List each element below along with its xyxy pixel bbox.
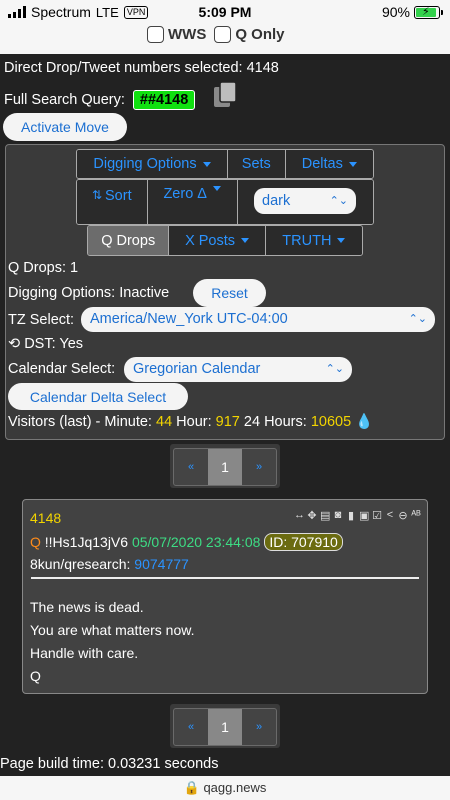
selected-count: Direct Drop/Tweet numbers selected: 4148 — [4, 60, 279, 76]
drop-author: Q — [30, 534, 41, 550]
pagination-bottom: « 1 » — [173, 708, 277, 746]
calendar-delta-button[interactable]: Calendar Delta Select — [8, 383, 188, 410]
next-page-button[interactable]: » — [242, 709, 276, 745]
theme-select[interactable]: dark ⌃⌄ — [254, 188, 356, 214]
tab-truth[interactable]: TRUTH — [265, 226, 362, 255]
status-bar: Spectrum LTE VPN 5:09 PM 90% ⚡ — [0, 0, 450, 26]
prev-page-button[interactable]: « — [174, 709, 208, 745]
select-arrows-icon: ⌃⌄ — [329, 195, 348, 207]
sort-icon: ⇅ — [91, 188, 102, 202]
search-query-row: Full Search Query: ##4148 — [4, 90, 196, 110]
charging-icon: ⚡ — [422, 5, 430, 18]
drop-text-line: Handle with care. — [30, 645, 139, 661]
drop-id-badge[interactable]: ID: 707910 — [264, 533, 343, 551]
q-only-label: Q Only — [235, 26, 285, 43]
drop-datetime: 05/07/2020 23:44:08 — [131, 534, 261, 550]
chevron-down-icon — [337, 238, 346, 243]
reset-button[interactable]: Reset — [193, 279, 266, 307]
share-icon[interactable]: < — [385, 509, 395, 522]
deltas-dropdown[interactable]: Deltas — [285, 150, 373, 178]
battery-percent: 90% — [381, 4, 410, 20]
current-page[interactable]: 1 — [208, 709, 242, 745]
url-bar[interactable]: 🔒 qagg.news — [0, 776, 450, 800]
translate-icon[interactable]: ᴬᴮ — [411, 509, 421, 522]
next-page-button[interactable]: » — [242, 449, 276, 485]
clipboard-check-icon[interactable]: ▣ — [359, 509, 369, 522]
sort-button[interactable]: ⇅ Sort — [77, 180, 148, 224]
clipboard-icon[interactable]: ▮ — [346, 509, 356, 522]
pagination-top: « 1 » — [173, 448, 277, 486]
dst-row: ⟲ DST: Yes — [8, 336, 84, 352]
sets-button[interactable]: Sets — [227, 150, 286, 178]
battery-icon: ⚡ — [414, 5, 443, 19]
drop-number: 4148 — [30, 510, 62, 526]
document-icon[interactable]: ▤ — [320, 509, 330, 522]
toolbar-row-1: Digging Options Sets Deltas — [76, 149, 374, 179]
calendar-select[interactable]: Gregorian Calendar ⌃⌄ — [124, 357, 352, 382]
undo-icon: ⟲ — [8, 336, 25, 352]
current-page[interactable]: 1 — [208, 449, 242, 485]
activate-move-button[interactable]: Activate Move — [3, 113, 127, 141]
prev-page-button[interactable]: « — [174, 449, 208, 485]
calendar-label: Calendar Select: — [8, 361, 116, 377]
drop-source: 8kun/qresearch: 9074777 — [30, 556, 189, 572]
tab-q-drops[interactable]: Q Drops — [88, 226, 170, 255]
drop-tripcode: !!Hs1Jq13jV6 — [44, 534, 129, 550]
drop-actions: ↔ ✥ ▤ ◙ ▮ ▣ ☑ < ⊖ ᴬᴮ — [294, 509, 421, 522]
vr-icon[interactable]: ◙ — [333, 509, 343, 522]
drop-board: 8kun/qresearch: — [30, 556, 131, 572]
filter-checkboxes: WWS Q Only — [147, 26, 285, 43]
drop-text-line: Q — [30, 668, 41, 684]
source-tabs: Q Drops X Posts TRUTH — [87, 225, 363, 256]
filter-strip: WWS Q Only — [0, 26, 450, 54]
query-label: Full Search Query: — [4, 92, 125, 108]
drop-card: 4148 ↔ ✥ ▤ ◙ ▮ ▣ ☑ < ⊖ ᴬᴮ Q !!Hs1Jq13jV6… — [22, 499, 428, 694]
select-arrows-icon: ⌃⌄ — [325, 363, 344, 375]
wws-checkbox[interactable] — [147, 26, 164, 43]
chevron-down-icon — [241, 238, 250, 243]
q-drops-count: Q Drops: 1 — [8, 260, 79, 276]
digging-status: Digging Options: Inactive — [8, 285, 170, 301]
drop-header: Q !!Hs1Jq13jV6 05/07/2020 23:44:08 ID: 7… — [30, 533, 343, 551]
wws-label: WWS — [168, 26, 207, 43]
drop-text-line: The news is dead. — [30, 599, 144, 615]
drop-text-line: You are what matters now. — [30, 622, 195, 638]
drop-post-link[interactable]: 9074777 — [134, 556, 189, 572]
visitors-row: Visitors (last) - Minute: 44 Hour: 917 2… — [8, 414, 374, 430]
tz-label: TZ Select: — [8, 312, 75, 328]
visitors-hour: 917 — [215, 414, 240, 430]
check-square-icon[interactable]: ☑ — [372, 509, 382, 522]
chevron-down-icon — [202, 161, 211, 167]
arrows-horizontal-icon[interactable]: ↔ — [294, 509, 305, 522]
chevron-down-icon — [348, 161, 357, 167]
zero-delta-dropdown[interactable]: Zero Δ — [147, 180, 238, 224]
visitors-day: 10605 — [310, 414, 352, 430]
move-icon[interactable]: ✥ — [307, 509, 317, 522]
chevron-down-icon — [212, 186, 221, 191]
lock-icon: 🔒 — [183, 780, 204, 795]
q-only-checkbox[interactable] — [214, 26, 232, 43]
tz-select[interactable]: America/New_York UTC-04:00 ⌃⌄ — [81, 307, 435, 332]
tab-x-posts[interactable]: X Posts — [169, 226, 266, 255]
battery-area: 90% ⚡ — [381, 4, 443, 20]
no-entry-icon[interactable]: ⊖ — [398, 509, 408, 522]
copy-icon[interactable] — [212, 80, 240, 110]
build-time: Page build time: 0.03231 seconds — [0, 756, 219, 772]
visitors-minute: 44 — [156, 414, 173, 430]
digging-options-dropdown[interactable]: Digging Options — [77, 150, 228, 178]
divider — [31, 577, 419, 579]
droplet-icon: 💧 — [355, 414, 374, 430]
url-text: qagg.news — [203, 780, 267, 795]
query-badge[interactable]: ##4148 — [132, 90, 196, 110]
select-arrows-icon: ⌃⌄ — [408, 313, 427, 325]
